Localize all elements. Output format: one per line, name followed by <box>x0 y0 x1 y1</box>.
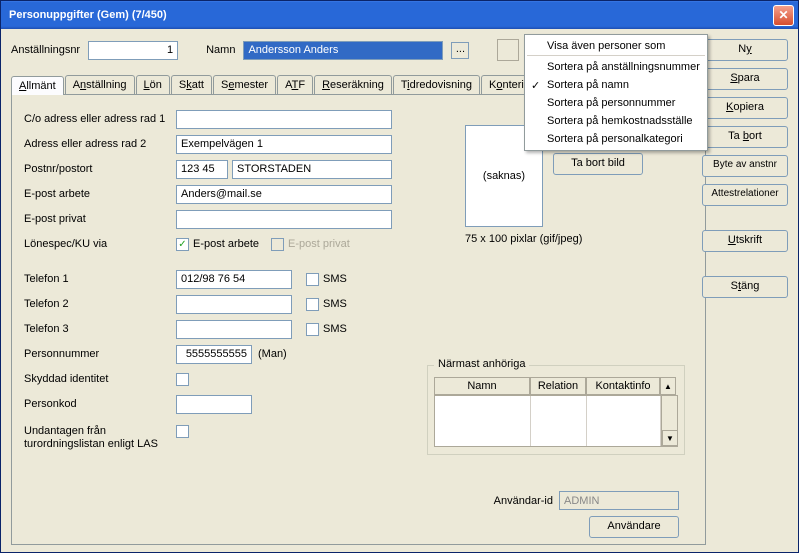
tabort-button[interactable]: Ta bort <box>702 126 788 148</box>
stang-button[interactable]: Stäng <box>702 276 788 298</box>
lon-chk-privat-label: E-post privat <box>288 238 350 250</box>
tel2-sms-chk[interactable] <box>306 298 319 311</box>
tel1-input[interactable] <box>176 270 292 289</box>
pnum-label: Personnummer <box>24 348 176 360</box>
tab-reserakning[interactable]: Reseräkning <box>314 75 392 94</box>
anvandare-button[interactable]: Användare <box>589 516 679 538</box>
tel1-sms-chk[interactable] <box>306 273 319 286</box>
tel3-label: Telefon 3 <box>24 323 176 335</box>
tel1-sms-label: SMS <box>323 273 347 285</box>
titlebar: Personuppgifter (Gem) (7/450) ✕ <box>1 1 798 29</box>
kin-scroll-up[interactable]: ▲ <box>660 377 676 395</box>
menu-sort-kategori[interactable]: Sortera på personalkategori <box>527 130 705 148</box>
tab-lon[interactable]: Lön <box>136 75 170 94</box>
sort-menu: Visa även personer som Sortera på anstäl… <box>524 34 708 151</box>
attest-button[interactable]: Attestrelationer <box>702 184 788 206</box>
tel2-label: Telefon 2 <box>24 298 176 310</box>
pnr-label: Postnr/postort <box>24 163 176 175</box>
tel2-input[interactable] <box>176 295 292 314</box>
menu-sort-namn[interactable]: ✓ Sortera på namn <box>527 76 705 94</box>
lon-chk-arbete-label: E-post arbete <box>193 238 259 250</box>
tel3-sms-chk[interactable] <box>306 323 319 336</box>
sky-label: Skyddad identitet <box>24 373 176 385</box>
pnum-gender: (Man) <box>258 348 287 360</box>
tab-anstallning[interactable]: Anställning <box>65 75 135 94</box>
kin-group: Närmast anhöriga Namn Relation Kontaktin… <box>427 365 685 455</box>
pk-input[interactable] <box>176 395 252 414</box>
tel1-label: Telefon 1 <box>24 273 176 285</box>
menu-sort-personnr[interactable]: Sortera på personnummer <box>527 94 705 112</box>
lon-label: Lönespec/KU via <box>24 238 176 250</box>
check-icon: ✓ <box>531 79 540 92</box>
co-label: C/o adress eller adress rad 1 <box>24 113 176 125</box>
adr-input[interactable] <box>176 135 392 154</box>
tab-atf[interactable]: ATF <box>277 75 313 94</box>
epp-input[interactable] <box>176 210 392 229</box>
kopiera-button[interactable]: Kopiera <box>702 97 788 119</box>
tab-content: C/o adress eller adress rad 1 Adress ell… <box>11 95 706 545</box>
image-size-label: 75 x 100 pixlar (gif/jpeg) <box>465 233 685 245</box>
ny-button[interactable]: Ny <box>702 39 788 61</box>
tel2-sms-label: SMS <box>323 298 347 310</box>
tab-allmant[interactable]: Allmänt <box>11 76 64 95</box>
epw-label: E-post arbete <box>24 188 176 200</box>
pk-label: Personkod <box>24 398 176 410</box>
pnr-input[interactable] <box>176 160 228 179</box>
co-input[interactable] <box>176 110 392 129</box>
anstnr-input[interactable] <box>88 41 178 60</box>
epw-input[interactable] <box>176 185 392 204</box>
utskrift-button[interactable]: Utskrift <box>702 230 788 252</box>
pnum-input[interactable] <box>176 345 252 364</box>
sky-chk[interactable] <box>176 373 189 386</box>
close-button[interactable]: ✕ <box>773 5 794 26</box>
tel3-sms-label: SMS <box>323 323 347 335</box>
tel3-input[interactable] <box>176 320 292 339</box>
window-title: Personuppgifter (Gem) (7/450) <box>9 9 773 21</box>
user-input <box>559 491 679 510</box>
namn-input[interactable] <box>243 41 443 60</box>
menu-header[interactable]: Visa även personer som <box>527 37 705 56</box>
kin-col-kontakt[interactable]: Kontaktinfo <box>586 377 660 395</box>
ort-input[interactable] <box>232 160 392 179</box>
user-label: Användar-id <box>494 495 553 507</box>
kin-scroll-down[interactable]: ▼ <box>662 430 678 446</box>
anstnr-label: Anställningsnr <box>11 44 80 56</box>
und-label: Undantagen från turordningslistan enligt… <box>24 425 176 451</box>
kin-col-relation[interactable]: Relation <box>530 377 586 395</box>
menu-sort-hemkost[interactable]: Sortera på hemkostnadsställe <box>527 112 705 130</box>
lon-chk-arbete[interactable] <box>176 238 189 251</box>
kin-col-namn[interactable]: Namn <box>434 377 530 395</box>
byte-button[interactable]: Byte av anstnr <box>702 155 788 177</box>
tab-skatt[interactable]: Skatt <box>171 75 212 94</box>
tab-tidredovisning[interactable]: Tidredovisning <box>393 75 480 94</box>
toolbar-button-1[interactable] <box>497 39 519 61</box>
tabort-bild-button[interactable]: Ta bort bild <box>553 153 643 175</box>
tab-semester[interactable]: Semester <box>213 75 276 94</box>
adr-label: Adress eller adress rad 2 <box>24 138 176 150</box>
kin-table-body[interactable]: ▼ <box>434 395 678 447</box>
menu-sort-anstnr[interactable]: Sortera på anställningsnummer <box>527 58 705 76</box>
und-chk[interactable] <box>176 425 189 438</box>
spara-button[interactable]: Spara <box>702 68 788 90</box>
kin-title: Närmast anhöriga <box>434 358 529 370</box>
namn-label: Namn <box>206 44 235 56</box>
lon-chk-privat <box>271 238 284 251</box>
namn-lookup-button[interactable]: ... <box>451 42 469 59</box>
epp-label: E-post privat <box>24 213 176 225</box>
